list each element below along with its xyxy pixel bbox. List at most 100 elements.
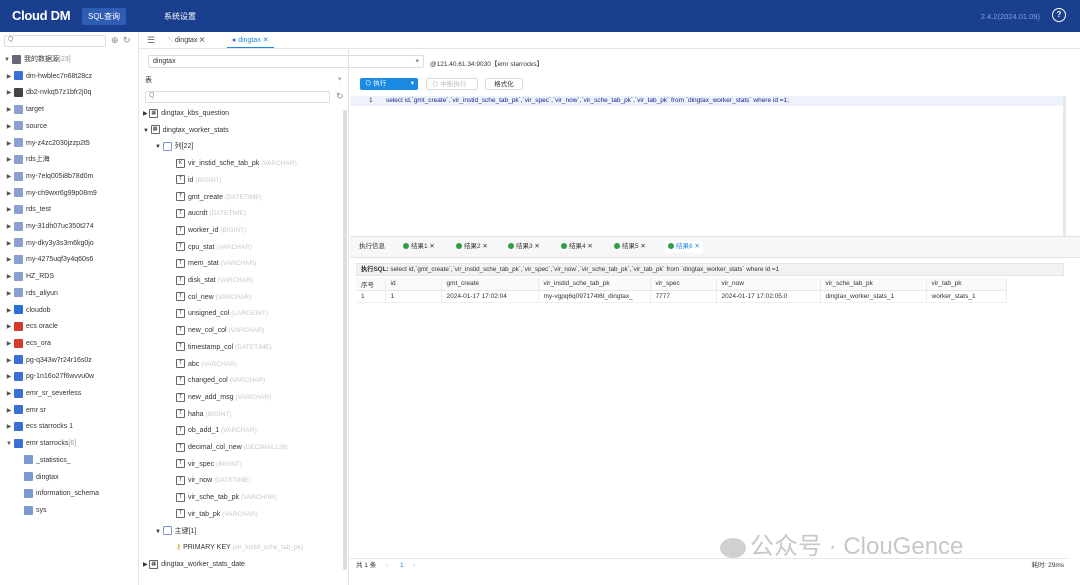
column-item[interactable]: Ttimestamp_col (DATETIME): [176, 340, 272, 356]
column-item[interactable]: Tunsigned_col (LARGEINT): [176, 306, 268, 322]
close-icon[interactable]: ✕: [481, 243, 487, 250]
format-button[interactable]: 格式化: [485, 78, 523, 90]
datasource-item[interactable]: ▶ emr_sr_severless: [4, 386, 81, 402]
column-item[interactable]: Thaha (BIGINT): [176, 407, 232, 423]
result-tab[interactable]: 结果3 ✕: [508, 241, 540, 253]
schema-item[interactable]: sys: [24, 503, 47, 519]
table-item[interactable]: ▶ ▦ dingtax_kbs_question: [143, 106, 229, 122]
schema-item[interactable]: information_schema: [24, 486, 99, 502]
column-item[interactable]: Tnew_add_msg (VARCHAR): [176, 390, 271, 406]
caret-right-icon[interactable]: ▶: [4, 252, 14, 268]
datasource-item[interactable]: ▶ db2-nvkq57z1bfr2j0q: [4, 85, 91, 101]
datasource-item[interactable]: ▶ pg-1n16o27f6wvvu0w: [4, 369, 94, 385]
caret-right-icon[interactable]: ▶: [4, 119, 14, 135]
nav-sql-query[interactable]: SQL查询: [82, 8, 127, 25]
datasource-item[interactable]: ▶ my-7elq005i8b78d0m: [4, 169, 93, 185]
object-tree-scrollbar[interactable]: [343, 110, 347, 570]
datasource-item[interactable]: ▶ source: [4, 119, 47, 135]
datasource-search-input[interactable]: Q: [4, 35, 106, 47]
close-icon[interactable]: ✕: [533, 243, 539, 250]
table-cell[interactable]: my-vgpq6q097174t6t_dingtax_: [538, 290, 651, 303]
column-item[interactable]: Taucrdt (DATETIME): [176, 206, 246, 222]
result-tab[interactable]: 结果6 ✕: [665, 241, 703, 253]
datasource-item[interactable]: ▶ ecs oracle: [4, 319, 58, 335]
caret-right-icon[interactable]: ▶: [4, 269, 14, 285]
table-cell[interactable]: 1: [356, 290, 386, 303]
close-icon[interactable]: ✕: [263, 37, 269, 44]
table-item-expanded[interactable]: ▼ ▦ dingtax_worker_stats: [143, 123, 229, 139]
datasource-item[interactable]: ▶ target: [4, 102, 44, 118]
caret-down-icon[interactable]: ▼: [4, 436, 14, 452]
datasource-item[interactable]: ▶ emr sr: [4, 403, 46, 419]
menu-icon[interactable]: ☰: [142, 33, 160, 47]
result-tab[interactable]: 结果4 ✕: [561, 241, 593, 253]
object-type-select[interactable]: 表: [145, 75, 152, 85]
datasource-item[interactable]: ▶ my-ch9wxr6g99p08m9: [4, 186, 97, 202]
datasource-item[interactable]: ▶ cloudob: [4, 303, 51, 319]
column-header[interactable]: vir_spec: [650, 278, 717, 291]
column-item[interactable]: Tvir_sche_tab_pk (VARCHAR): [176, 490, 277, 506]
caret-right-icon[interactable]: ▶: [4, 186, 14, 202]
column-item[interactable]: Tnew_col_col (VARCHAR): [176, 323, 264, 339]
editor-scrollbar[interactable]: [1063, 96, 1066, 236]
datasource-item[interactable]: ▶ rds_test: [4, 202, 51, 218]
result-tab[interactable]: 执行信息: [359, 241, 385, 253]
datasource-item[interactable]: ▶ my-4275uqf3y4q60s6: [4, 252, 93, 268]
column-header[interactable]: 序号: [356, 278, 386, 291]
caret-right-icon[interactable]: ▶: [4, 403, 14, 419]
add-icon[interactable]: ⊕: [111, 35, 121, 45]
caret-right-icon[interactable]: ▶: [4, 419, 14, 435]
column-item[interactable]: Tabc (VARCHAR): [176, 357, 237, 373]
caret-right-icon[interactable]: ▶: [4, 202, 14, 218]
caret-right-icon[interactable]: ▶: [4, 236, 14, 252]
caret-down-icon[interactable]: ▼: [143, 128, 151, 134]
column-item[interactable]: Tdisk_stat (VARCHAR): [176, 273, 253, 289]
column-header[interactable]: vir_tab_pk: [926, 278, 1007, 291]
nav-system-settings[interactable]: 系统设置: [158, 8, 202, 25]
caret-right-icon[interactable]: ▶: [4, 219, 14, 235]
caret-right-icon[interactable]: ▶: [4, 386, 14, 402]
caret-right-icon[interactable]: ▶: [4, 69, 14, 85]
column-item[interactable]: Tvir_now (DATETIME): [176, 473, 251, 489]
schema-item[interactable]: dingtax: [24, 470, 59, 486]
next-page-icon[interactable]: ›: [413, 559, 415, 573]
close-icon[interactable]: ✕: [428, 243, 434, 250]
column-item[interactable]: Tob_add_1 (VARCHAR): [176, 423, 257, 439]
caret-right-icon[interactable]: ▶: [4, 336, 14, 352]
close-icon[interactable]: ✕: [586, 243, 592, 250]
column-item[interactable]: Tvir_spec (BIGINT): [176, 457, 242, 473]
datasource-item[interactable]: ▶ dm-hwblec7n68t28cz: [4, 69, 92, 85]
table-item[interactable]: ▶ ▦ dingtax_worker_stats_date: [143, 557, 245, 573]
caret-right-icon[interactable]: ▶: [4, 319, 14, 335]
column-item[interactable]: Tcpu_stat (VARCHAR): [176, 240, 252, 256]
caret-right-icon[interactable]: ▶: [4, 169, 14, 185]
page-number[interactable]: 1: [400, 559, 404, 573]
object-search-input[interactable]: Q: [145, 91, 330, 103]
datasource-item[interactable]: ▶ rds上海: [4, 152, 50, 168]
help-icon[interactable]: ?: [1052, 8, 1066, 22]
result-tab[interactable]: 结果1 ✕: [403, 241, 435, 253]
caret-right-icon[interactable]: ▶: [4, 303, 14, 319]
column-header[interactable]: gmt_create: [441, 278, 539, 291]
datasource-item[interactable]: ▶ ecs starrocks 1: [4, 419, 73, 435]
caret-down-icon[interactable]: ▼: [2, 52, 12, 68]
caret-right-icon[interactable]: ▶: [4, 102, 14, 118]
caret-right-icon[interactable]: ▶: [4, 136, 14, 152]
caret-right-icon[interactable]: ▶: [4, 152, 14, 168]
column-item[interactable]: Tvir_tab_pk (VARCHAR): [176, 507, 258, 523]
datasource-item[interactable]: ▶ my-z4zc2030jzzp2t5: [4, 136, 90, 152]
caret-down-icon[interactable]: ▼: [155, 529, 163, 535]
datasource-item[interactable]: ▶ HZ_RDS: [4, 269, 54, 285]
tab-dingtax-2[interactable]: ● dingtax ✕: [227, 34, 274, 48]
stop-button[interactable]: ⊙ 中断执行: [426, 78, 478, 90]
table-cell[interactable]: 7777: [650, 290, 717, 303]
table-cell[interactable]: worker_stats_1: [926, 290, 1007, 303]
column-item[interactable]: Tid (BIGINT): [176, 173, 221, 189]
column-item[interactable]: Tworker_id (BIGINT): [176, 223, 246, 239]
datasource-item[interactable]: ▶ my-dky3y3s3m6kg0jo: [4, 236, 94, 252]
sql-editor-text[interactable]: select id,`gmt_create`,`vir_instid_sche_…: [386, 97, 789, 104]
datasource-item[interactable]: ▶ ecs_ora: [4, 336, 51, 352]
column-item[interactable]: Tcol_new (VARCHAR): [176, 290, 251, 306]
run-button[interactable]: ⊙ 执行 ▾: [360, 78, 418, 90]
table-cell[interactable]: 2024-01-17 17:02:04: [441, 290, 539, 303]
